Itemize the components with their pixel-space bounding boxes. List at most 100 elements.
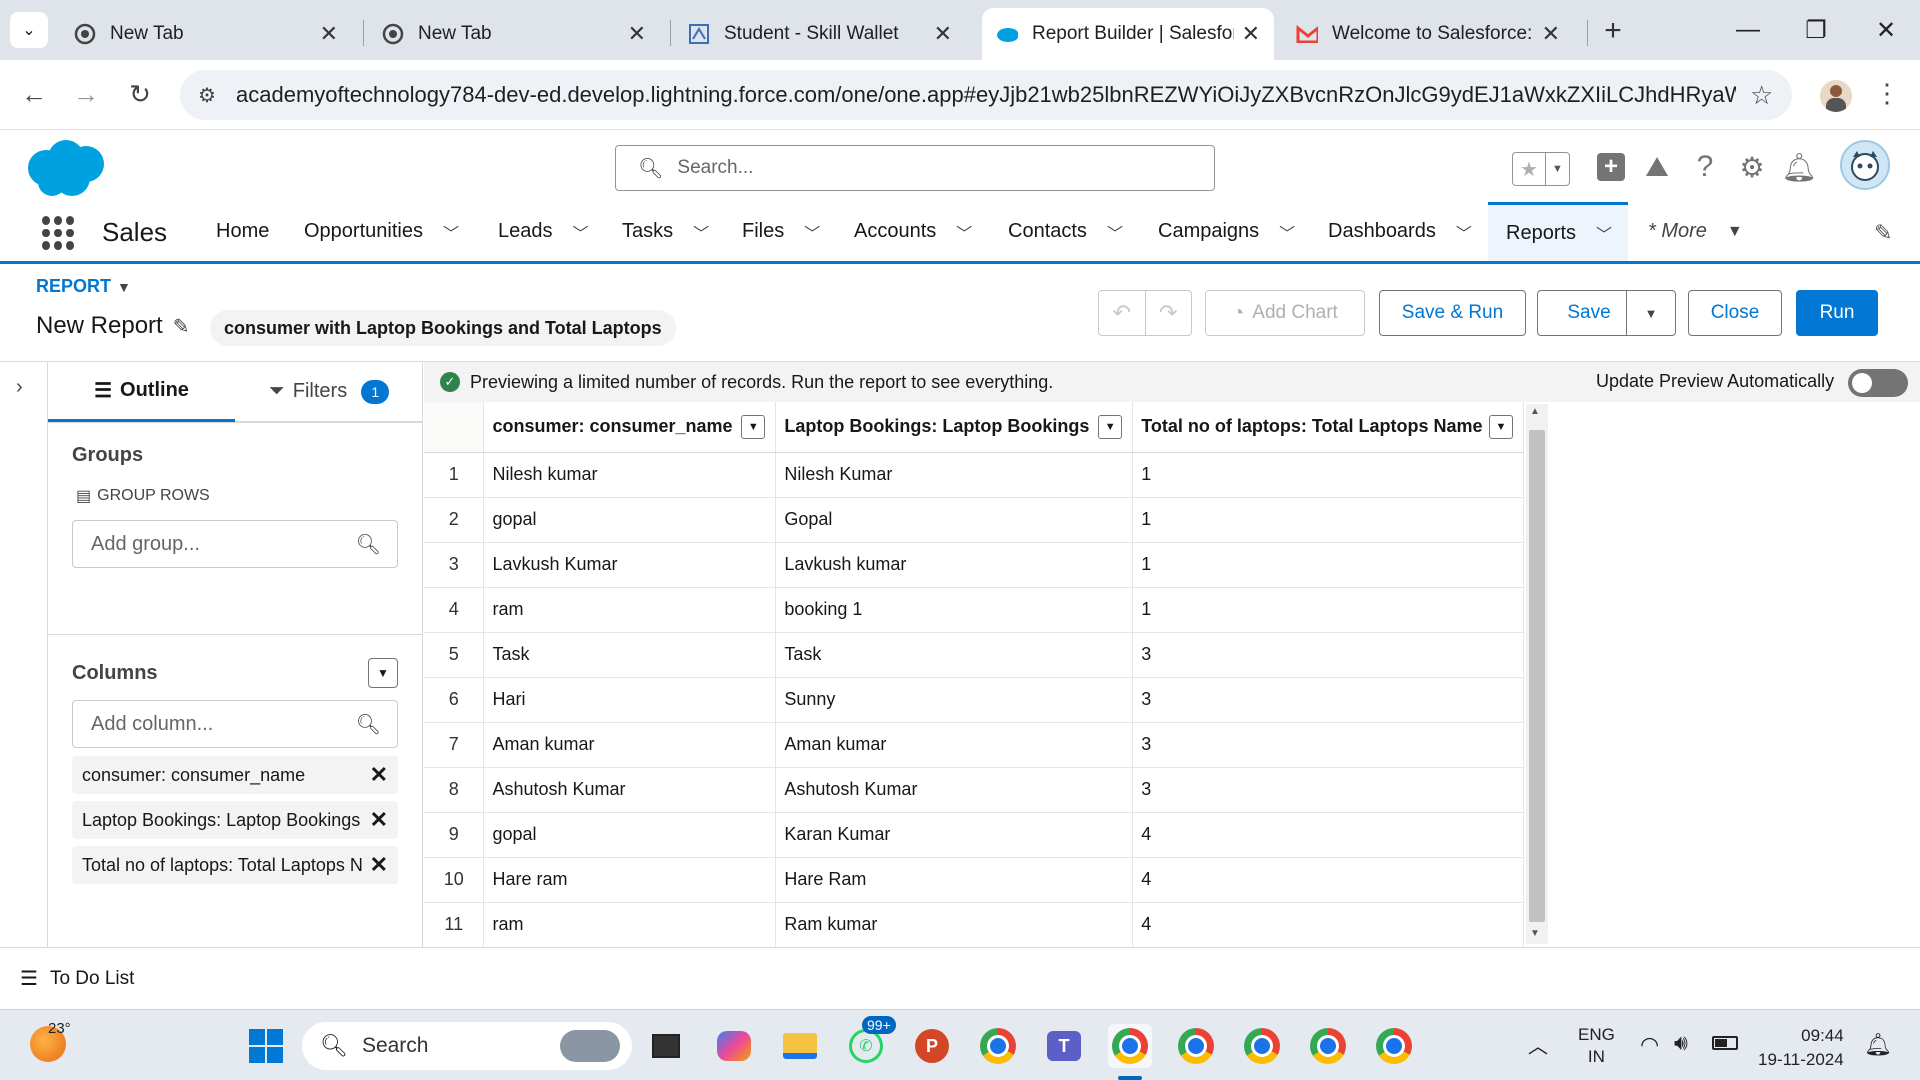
table-cell[interactable]: Task (775, 632, 1134, 678)
chevron-down-icon[interactable]: ﹀ (1279, 220, 1295, 244)
back-button[interactable]: ← (14, 74, 54, 114)
browser-tab-4-active[interactable]: Report Builder | Salesforce ✕ (982, 8, 1274, 60)
vertical-scrollbar[interactable]: ▲ ▼ (1526, 404, 1548, 944)
save-options-dropdown[interactable]: ▼ (1626, 290, 1676, 336)
redo-icon[interactable]: ↷ (1145, 300, 1191, 326)
tab-outline[interactable]: ☰ Outline (48, 362, 235, 422)
user-avatar[interactable] (1840, 140, 1890, 190)
favorites-button[interactable]: ★ ▼ (1512, 152, 1570, 186)
volume-icon[interactable]: 🔊︎ (1674, 1030, 1688, 1056)
chrome-profile-5-button[interactable] (1372, 1024, 1416, 1068)
table-cell[interactable]: gopal (483, 812, 777, 858)
table-cell[interactable]: Nilesh kumar (483, 452, 777, 498)
column-pill[interactable]: Total no of laptops: Total Laptops Name … (72, 846, 398, 884)
address-bar[interactable]: ⚙ academyoftechnology784-dev-ed.develop.… (180, 70, 1792, 120)
browser-tab-2[interactable]: New Tab ✕ (368, 8, 660, 60)
table-cell[interactable]: Lavkush kumar (775, 542, 1134, 588)
nav-item-accounts[interactable]: Accounts ﹀ (854, 202, 972, 261)
column-header-laptop-bookings[interactable]: Laptop Bookings: Laptop Bookings ▼ (775, 402, 1134, 453)
chevron-down-icon[interactable]: ﹀ (1596, 221, 1612, 245)
add-chart-button[interactable]: ◔ Add Chart (1205, 290, 1365, 336)
table-cell[interactable]: ram (483, 587, 777, 633)
close-icon[interactable]: ✕ (370, 807, 388, 833)
table-cell[interactable]: 3 (1132, 632, 1524, 678)
table-cell[interactable]: Hare Ram (775, 857, 1134, 903)
columns-menu-button[interactable]: ▼ (368, 658, 398, 688)
column-menu-dropdown[interactable]: ▼ (1489, 415, 1513, 439)
close-icon[interactable]: ✕ (934, 21, 952, 47)
chevron-right-icon[interactable]: › (16, 376, 23, 399)
close-icon[interactable]: ✕ (370, 852, 388, 878)
table-cell[interactable]: 4 (1132, 902, 1524, 947)
start-button[interactable] (244, 1024, 288, 1068)
add-group-input[interactable]: Add group... 🔍︎ (72, 520, 398, 568)
column-menu-dropdown[interactable]: ▼ (1098, 415, 1123, 439)
table-cell[interactable]: Task (483, 632, 777, 678)
todo-list-button[interactable]: To Do List (50, 968, 134, 990)
language-indicator[interactable]: ENG IN (1578, 1024, 1615, 1068)
gear-icon[interactable]: ⚙ (1735, 150, 1769, 184)
restore-button[interactable]: ❐ (1786, 10, 1846, 50)
profile-avatar[interactable] (1820, 80, 1852, 112)
table-cell[interactable]: 4 (1132, 812, 1524, 858)
close-icon[interactable]: ✕ (320, 21, 338, 47)
close-icon[interactable]: ✕ (370, 762, 388, 788)
scrollbar-thumb[interactable] (1529, 430, 1545, 922)
table-cell[interactable]: 1 (1132, 542, 1524, 588)
browser-menu-icon[interactable]: ⋮ (1874, 78, 1900, 109)
table-cell[interactable]: Hare ram (483, 857, 777, 903)
close-icon[interactable]: ✕ (1242, 21, 1260, 47)
update-preview-toggle[interactable] (1848, 369, 1908, 397)
chrome-active-button[interactable] (1108, 1024, 1152, 1068)
close-icon[interactable]: ✕ (1542, 21, 1560, 47)
show-hidden-icons-chevron-icon[interactable]: ︿ (1528, 1030, 1548, 1059)
file-explorer-button[interactable] (778, 1024, 822, 1068)
table-cell[interactable]: Gopal (775, 497, 1134, 543)
table-cell[interactable]: ram (483, 902, 777, 947)
clock[interactable]: 09:44 19-11-2024 (1758, 1024, 1844, 1072)
column-menu-dropdown[interactable]: ▼ (741, 415, 766, 439)
whatsapp-button[interactable]: ✆ 99+ (844, 1016, 896, 1068)
chrome-profile-4-button[interactable] (1306, 1024, 1350, 1068)
powerpoint-button[interactable]: P (910, 1024, 954, 1068)
table-cell[interactable]: gopal (483, 497, 777, 543)
table-cell[interactable]: 1 (1132, 587, 1524, 633)
window-close-button[interactable]: ✕ (1856, 10, 1916, 50)
bell-icon[interactable]: 🔔︎ (1781, 150, 1817, 184)
close-icon[interactable]: ✕ (628, 21, 646, 47)
chevron-down-icon[interactable]: ﹀ (804, 220, 820, 244)
trailhead-icon[interactable]: ⛰ (1640, 150, 1674, 184)
table-cell[interactable]: 1 (1132, 497, 1524, 543)
reload-button[interactable]: ↻ (120, 74, 160, 114)
battery-icon[interactable] (1712, 1036, 1738, 1050)
pencil-icon[interactable]: ✎ (173, 314, 190, 339)
nav-item-files[interactable]: Files ﹀ (742, 202, 820, 261)
nav-item-opportunities[interactable]: Opportunities ﹀ (304, 202, 459, 261)
bookmark-star-icon[interactable]: ☆ (1750, 80, 1773, 111)
chevron-down-icon[interactable]: ﹀ (1107, 220, 1123, 244)
table-cell[interactable]: Lavkush Kumar (483, 542, 777, 588)
tab-search-button[interactable]: ⌄ (10, 12, 48, 48)
nav-item-dashboards[interactable]: Dashboards ﹀ (1328, 202, 1472, 261)
table-cell[interactable]: Aman kumar (775, 722, 1134, 768)
wifi-icon[interactable]: ◠ (1640, 1032, 1659, 1058)
nav-item-contacts[interactable]: Contacts ﹀ (1008, 202, 1123, 261)
taskbar-search-box[interactable]: 🔍︎ Search (302, 1022, 632, 1070)
run-button[interactable]: Run (1796, 290, 1878, 336)
help-icon[interactable]: ? (1688, 150, 1722, 184)
browser-tab-3[interactable]: Student - Skill Wallet ✕ (674, 8, 966, 60)
nav-item-home[interactable]: Home (216, 202, 269, 261)
column-header-consumer-name[interactable]: consumer: consumer_name ▼ (483, 402, 777, 453)
chevron-down-icon[interactable]: ▼ (117, 279, 131, 295)
table-cell[interactable]: 4 (1132, 857, 1524, 903)
nav-item-campaigns[interactable]: Campaigns ﹀ (1158, 202, 1295, 261)
table-cell[interactable]: 3 (1132, 767, 1524, 813)
column-header-total-laptops[interactable]: Total no of laptops: Total Laptops Name ▼ (1132, 402, 1524, 453)
browser-tab-5[interactable]: Welcome to Salesforce: V ✕ (1282, 8, 1574, 60)
edit-nav-pencil-icon[interactable]: ✎ (1874, 220, 1892, 246)
chevron-down-icon[interactable]: ﹀ (693, 220, 709, 244)
minimize-button[interactable]: — (1718, 10, 1778, 50)
save-and-run-button[interactable]: Save & Run (1379, 290, 1526, 336)
browser-tab-1[interactable]: New Tab ✕ (60, 8, 352, 60)
app-launcher-icon[interactable] (42, 216, 76, 250)
